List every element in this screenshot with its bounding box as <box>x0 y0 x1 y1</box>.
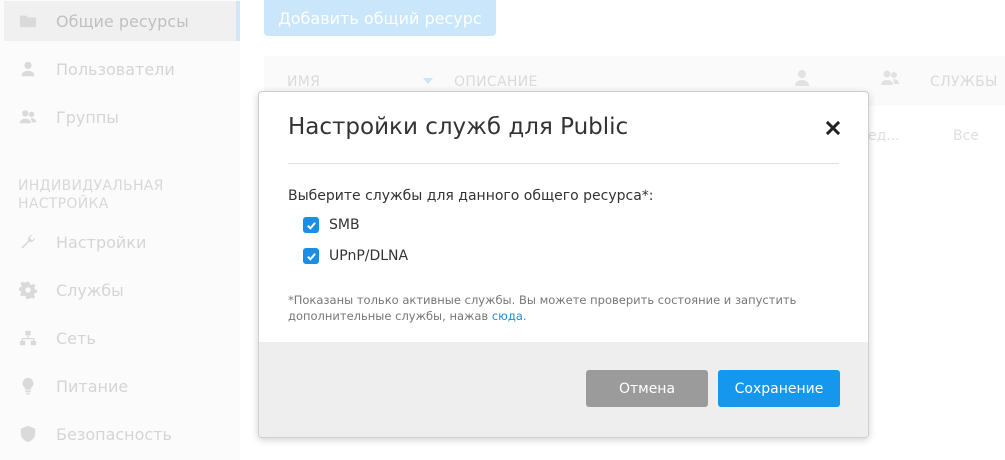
services-dialog: Настройки служб для Public Выберите служ… <box>258 91 869 438</box>
dialog-divider <box>288 163 839 164</box>
service-label: SMB <box>329 217 360 233</box>
services-prompt: Выберите службы для данного общего ресур… <box>288 188 654 204</box>
save-button[interactable]: Сохранение <box>718 370 840 407</box>
service-label: UPnP/DLNA <box>329 248 409 264</box>
note-text: *Показаны только активные службы. Вы мож… <box>288 293 797 323</box>
checkbox-checked-icon[interactable] <box>303 248 319 264</box>
close-icon <box>826 121 840 135</box>
note-link[interactable]: сюда <box>492 309 523 323</box>
checkbox-checked-icon[interactable] <box>303 217 319 233</box>
service-smb-checkbox[interactable]: SMB <box>303 214 360 236</box>
service-upnp-dlna-checkbox[interactable]: UPnP/DLNA <box>303 245 408 267</box>
dialog-title: Настройки служб для Public <box>288 114 629 140</box>
note-end: . <box>522 309 527 323</box>
close-button[interactable] <box>821 116 845 140</box>
dialog-footer: Отмена Сохранение <box>259 342 868 437</box>
cancel-button[interactable]: Отмена <box>586 370 708 407</box>
services-note: *Показаны только активные службы. Вы мож… <box>288 292 848 324</box>
